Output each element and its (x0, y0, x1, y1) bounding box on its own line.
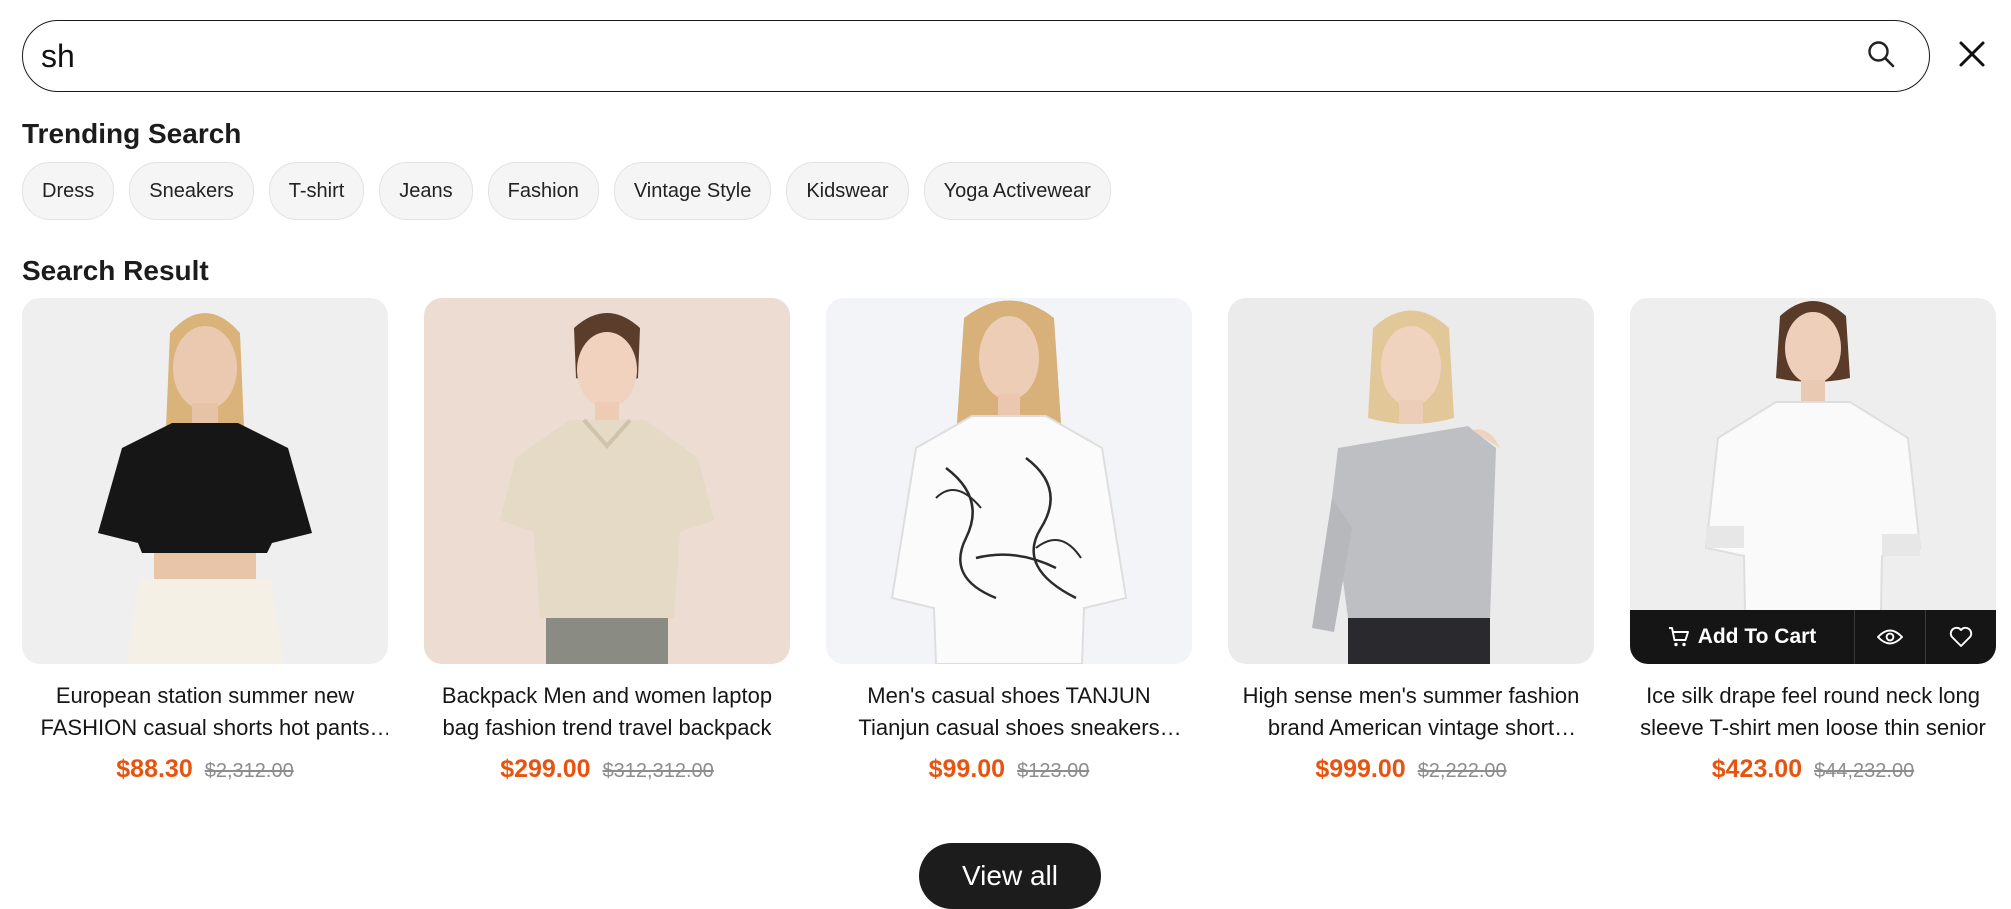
original-price: $44,232.00 (1814, 760, 1915, 782)
product-price: $999.00 $2,222.00 (1228, 755, 1594, 784)
product-image[interactable] (826, 298, 1192, 664)
wishlist-button[interactable] (1925, 610, 1996, 664)
add-to-cart-button[interactable]: Add To Cart (1630, 610, 1854, 664)
product-card: Men's casual shoes TANJUN Tianjun casual… (826, 298, 1192, 784)
product-price: $99.00 $123.00 (826, 755, 1192, 784)
trending-chip-kidswear[interactable]: Kidswear (786, 162, 909, 220)
product-title[interactable]: Ice silk drape feel round neck long slee… (1630, 680, 1996, 744)
original-price: $2,312.00 (204, 760, 294, 782)
product-title[interactable]: High sense men's summer fashion brand Am… (1228, 680, 1594, 744)
eye-icon (1877, 628, 1903, 646)
search-icon (1866, 39, 1896, 74)
sale-price: $88.30 (116, 755, 193, 783)
product-image[interactable] (1228, 298, 1594, 664)
original-price: $2,222.00 (1417, 760, 1507, 782)
product-card: European station summer new FASHION casu… (22, 298, 388, 784)
original-price: $312,312.00 (602, 760, 714, 782)
close-search-button[interactable] (1950, 34, 1994, 78)
product-image[interactable] (424, 298, 790, 664)
search-button[interactable] (1859, 34, 1903, 78)
trending-chip-fashion[interactable]: Fashion (487, 162, 599, 220)
quick-view-button[interactable] (1854, 610, 1925, 664)
product-card: High sense men's summer fashion brand Am… (1228, 298, 1594, 784)
heart-icon (1949, 626, 1973, 648)
close-icon (1958, 40, 1986, 73)
sale-price: $299.00 (500, 755, 591, 783)
product-card: Backpack Men and women laptop bag fashio… (424, 298, 790, 784)
product-title[interactable]: Men's casual shoes TANJUN Tianjun casual… (826, 680, 1192, 744)
sale-price: $99.00 (928, 755, 1006, 783)
trending-chip-tshirt[interactable]: T-shirt (268, 162, 365, 220)
trending-chips: Dress Sneakers T-shirt Jeans Fashion Vin… (22, 162, 1111, 220)
trending-chip-vintage-style[interactable]: Vintage Style (613, 162, 772, 220)
product-grid: European station summer new FASHION casu… (22, 298, 1996, 784)
product-price: $88.30 $2,312.00 (22, 755, 388, 784)
trending-chip-sneakers[interactable]: Sneakers (129, 162, 254, 220)
add-to-cart-label: Add To Cart (1697, 625, 1817, 648)
product-image[interactable] (22, 298, 388, 664)
view-all-button[interactable]: View all (919, 843, 1101, 909)
trending-search-heading: Trending Search (22, 118, 242, 149)
cart-icon (1668, 626, 1690, 648)
product-image[interactable]: Add To Cart (1630, 298, 1996, 664)
trending-chip-jeans[interactable]: Jeans (379, 162, 473, 220)
product-hover-actions: Add To Cart (1630, 610, 1996, 664)
search-input[interactable] (23, 21, 1861, 91)
trending-chip-yoga-activewear[interactable]: Yoga Activewear (923, 162, 1111, 220)
search-result-heading: Search Result (22, 255, 209, 286)
product-card: Add To Cart Ice silk drape feel round ne… (1630, 298, 1996, 784)
sale-price: $999.00 (1315, 755, 1406, 783)
product-title[interactable]: Backpack Men and women laptop bag fashio… (424, 680, 790, 744)
trending-chip-dress[interactable]: Dress (22, 162, 115, 220)
original-price: $123.00 (1017, 760, 1090, 782)
product-price: $299.00 $312,312.00 (424, 755, 790, 784)
product-title[interactable]: European station summer new FASHION casu… (22, 680, 388, 744)
sale-price: $423.00 (1711, 755, 1803, 783)
search-bar (22, 20, 1930, 92)
product-price: $423.00 $44,232.00 (1630, 755, 1996, 784)
